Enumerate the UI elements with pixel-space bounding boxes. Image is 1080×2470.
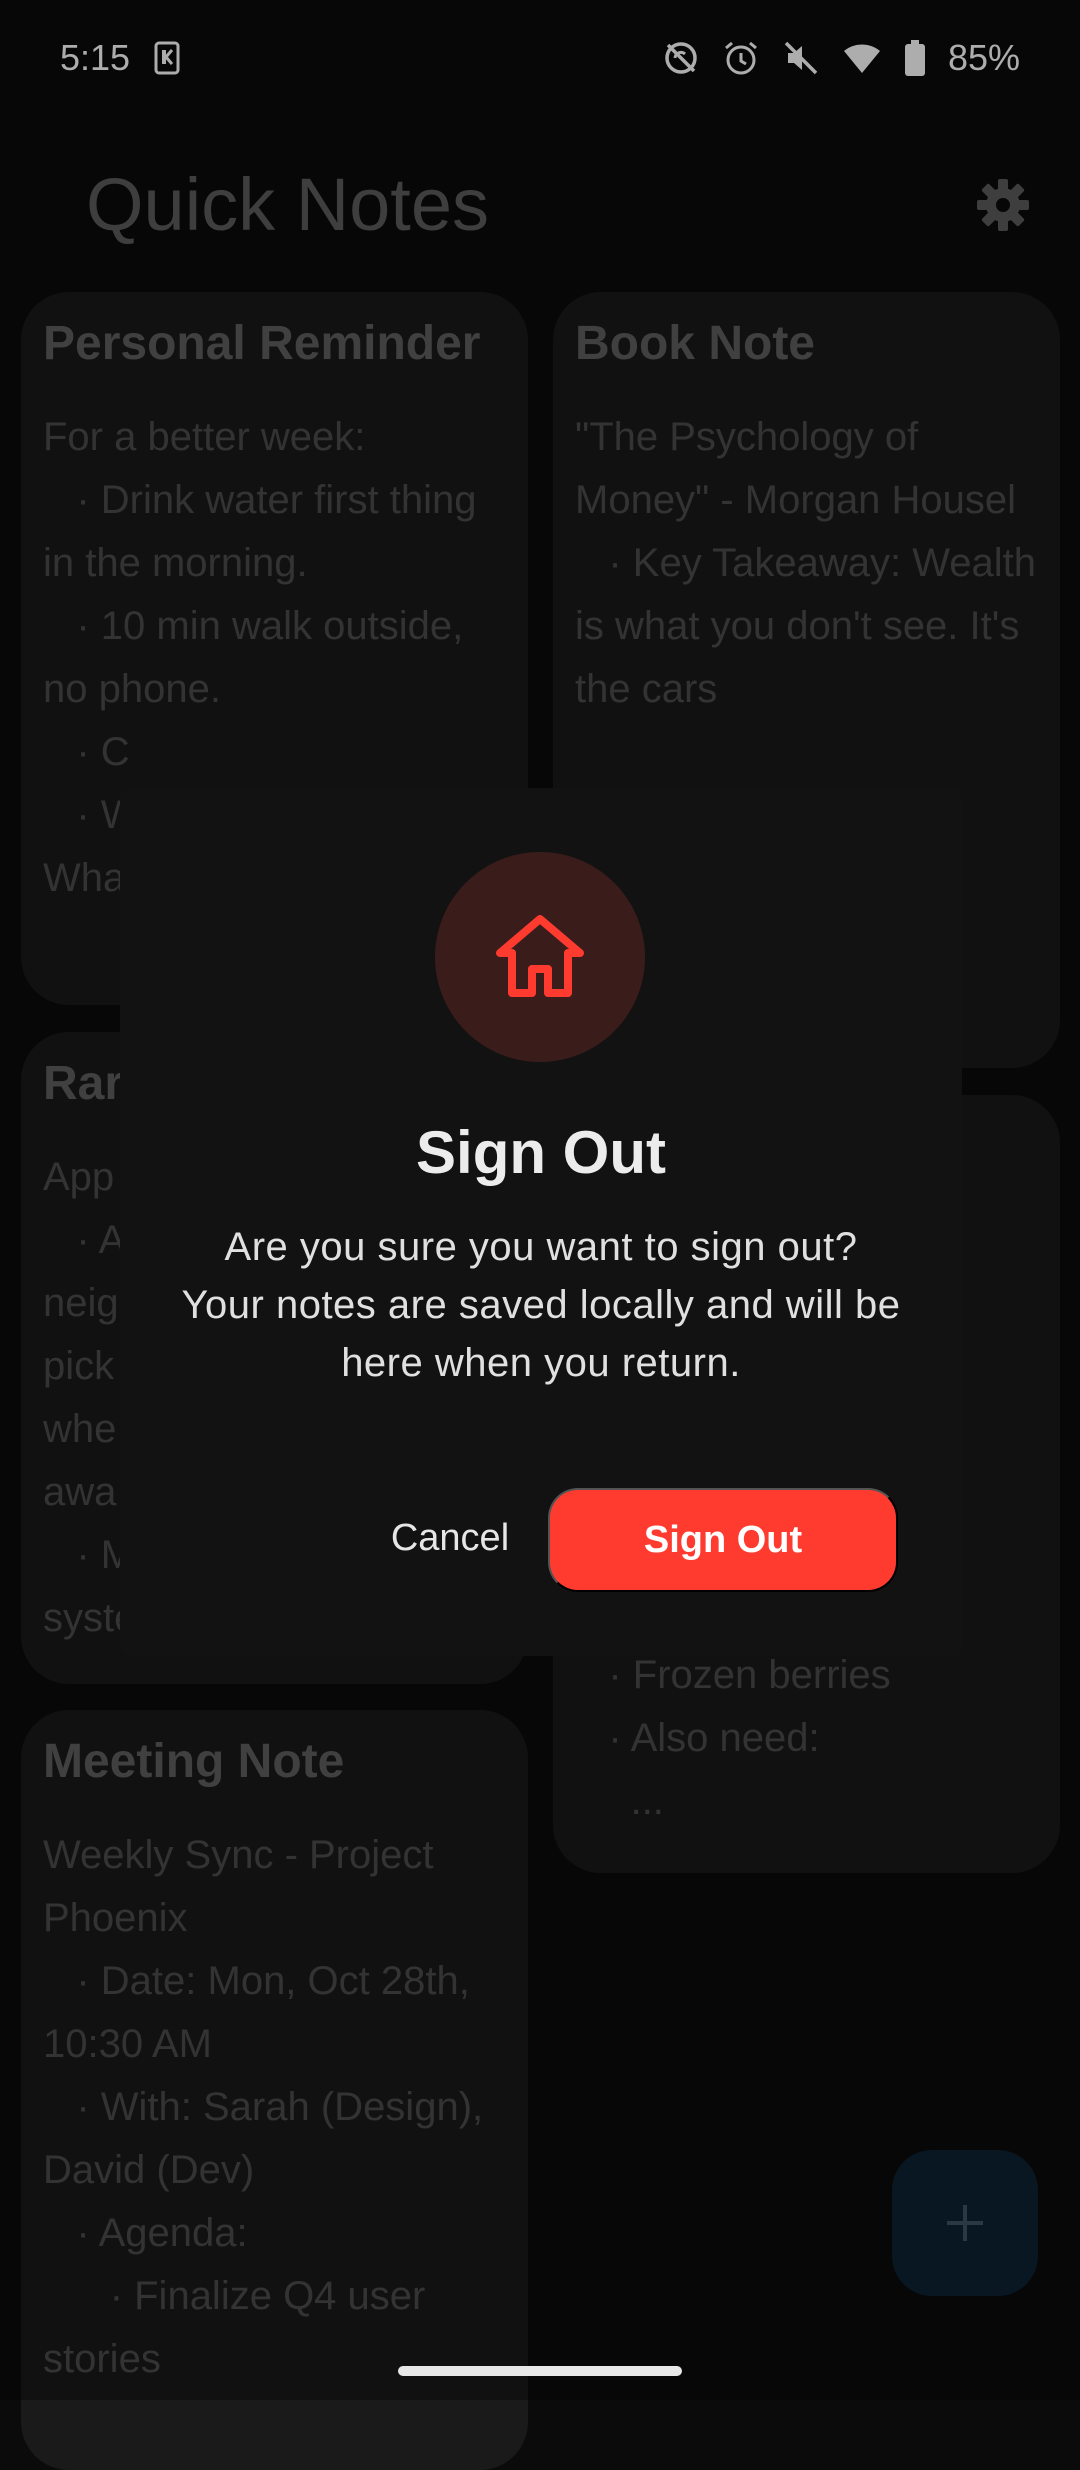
dialog-icon-container	[435, 852, 645, 1062]
dialog-message: Are you sure you want to sign out? Your …	[181, 1225, 901, 1385]
home-indicator[interactable]	[398, 2366, 682, 2376]
home-icon	[496, 915, 584, 997]
cancel-button[interactable]: Cancel	[340, 1488, 560, 1588]
sign-out-dialog: Sign Out Are you sure you want to sign o…	[120, 788, 962, 1656]
dialog-title: Sign Out	[416, 1119, 666, 1186]
sign-out-button[interactable]: Sign Out	[548, 1488, 898, 1592]
